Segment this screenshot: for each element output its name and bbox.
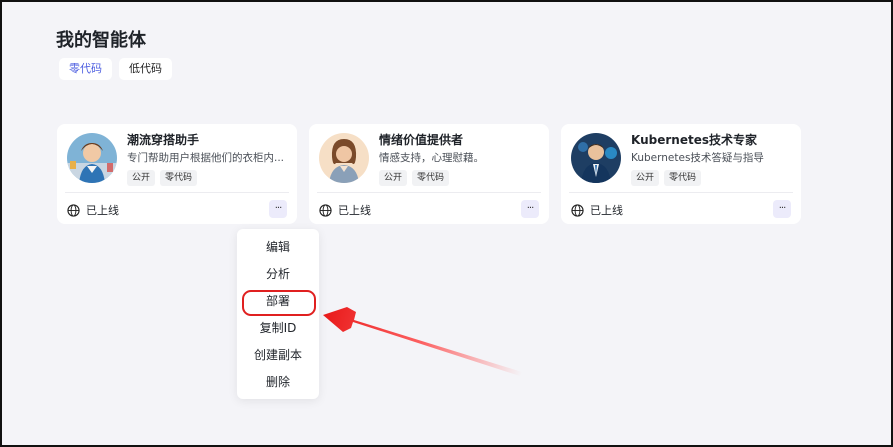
app-window: 我的智能体 零代码 低代码 潮流穿搭助手 专门帮助用户根据他们的衣柜内... 公… bbox=[0, 0, 893, 447]
annotation-arrow bbox=[323, 307, 522, 376]
